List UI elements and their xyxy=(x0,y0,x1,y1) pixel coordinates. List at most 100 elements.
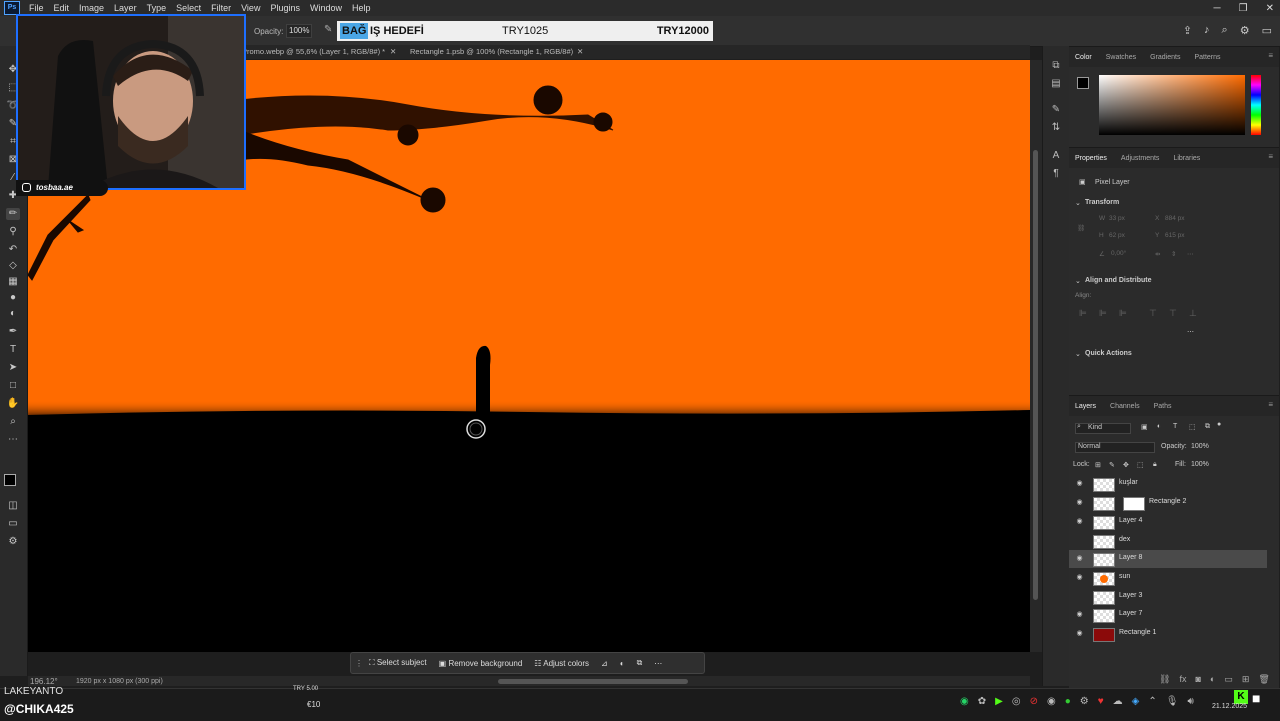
layer-row[interactable]: ◉ kuşlar xyxy=(1069,475,1267,493)
paragraph-icon[interactable]: ¶ xyxy=(1049,168,1063,180)
menu-file[interactable]: File xyxy=(24,3,49,13)
settings-icon[interactable]: ⚙ xyxy=(1080,696,1089,707)
tab-promo[interactable]: Promo.webp @ 55,6% (Layer 1, RGB/8#) * xyxy=(242,45,385,59)
menu-select[interactable]: Select xyxy=(171,3,206,13)
transform-icon[interactable]: ⊿ xyxy=(601,659,608,668)
angle-input[interactable]: 0,00° xyxy=(1111,250,1126,257)
path-select-icon[interactable]: ➤ xyxy=(6,362,20,374)
fx-icon[interactable]: fx xyxy=(1179,674,1186,685)
lock-all-icon[interactable]: 🔒︎ xyxy=(1153,461,1157,469)
menu-window[interactable]: Window xyxy=(305,3,347,13)
hand-tool-icon[interactable]: ✋ xyxy=(6,398,20,410)
lock-transparency-icon[interactable]: ⊞ xyxy=(1095,461,1101,469)
settings-icon[interactable]: ⚙ xyxy=(1240,24,1250,37)
shape-tool-icon[interactable]: □ xyxy=(6,380,20,392)
status-dot-icon[interactable]: ● xyxy=(1065,696,1071,707)
filter-pixel-icon[interactable]: ▣ xyxy=(1141,423,1148,431)
gradient-icon[interactable]: ▦ xyxy=(6,276,20,288)
layer-mask-thumbnail[interactable] xyxy=(1123,497,1145,511)
menu-view[interactable]: View xyxy=(236,3,265,13)
menu-plugins[interactable]: Plugins xyxy=(265,3,305,13)
blend-mode-select[interactable]: Normal xyxy=(1075,442,1155,453)
notification-icon[interactable]: ♪ xyxy=(1204,24,1210,37)
align-left-icon[interactable]: ⊫ xyxy=(1079,308,1087,319)
brush-settings-icon[interactable]: ✎ xyxy=(1049,104,1063,116)
dodge-icon[interactable]: ◐ xyxy=(6,308,20,320)
character-icon[interactable]: A xyxy=(1049,150,1063,162)
chevron-down-icon[interactable]: ⌄ xyxy=(1075,350,1081,358)
layer-row[interactable]: ◉ Rectangle 2 xyxy=(1069,494,1267,512)
visibility-eye-icon[interactable]: ◉ xyxy=(1075,630,1084,638)
tab-layers[interactable]: Layers xyxy=(1075,403,1096,410)
layer-row[interactable]: ◉ sun xyxy=(1069,569,1267,587)
eraser-icon[interactable]: ◇ xyxy=(6,260,20,272)
h-input[interactable]: 62 px xyxy=(1109,232,1125,239)
volume-icon[interactable]: 🔊︎ xyxy=(1187,696,1193,707)
tab-patterns[interactable]: Patterns xyxy=(1194,54,1220,61)
tab-color[interactable]: Color xyxy=(1075,54,1092,61)
hue-slider[interactable] xyxy=(1251,75,1261,135)
tab-close-icon[interactable]: ✕ xyxy=(390,45,396,59)
layer-row[interactable]: ◉ Rectangle 1 xyxy=(1069,625,1267,643)
vertical-scrollbar[interactable] xyxy=(1030,60,1042,652)
visibility-eye-icon[interactable]: ◉ xyxy=(1075,611,1084,619)
filter-smart-icon[interactable]: ⧉ xyxy=(1205,423,1210,431)
transform-more-icon[interactable]: ⋯ xyxy=(1187,250,1194,258)
more-options-icon[interactable]: ⋯ xyxy=(654,659,662,668)
steam-icon[interactable]: ◈ xyxy=(1132,696,1140,707)
remove-background-button[interactable]: ▣ Remove background xyxy=(439,659,523,668)
whatsapp-icon[interactable]: ◉ xyxy=(960,696,969,707)
layer-row[interactable]: ◉ Layer 7 xyxy=(1069,606,1267,624)
opacity-input[interactable]: 100% xyxy=(286,24,312,38)
filter-toggle-icon[interactable]: ● xyxy=(1217,421,1221,428)
panel-menu-icon[interactable]: ≡ xyxy=(1268,51,1273,60)
restore-icon[interactable]: ❐ xyxy=(1239,3,1248,14)
flip-vertical-icon[interactable]: ⇕ xyxy=(1171,250,1176,258)
visibility-eye-icon[interactable]: ◉ xyxy=(1075,574,1084,582)
layer-row[interactable]: ◉ Layer 8 xyxy=(1069,550,1267,568)
select-subject-button[interactable]: ⛶ Select subject xyxy=(369,658,427,668)
tab-paths[interactable]: Paths xyxy=(1154,403,1172,410)
layer-row[interactable]: ◉ Layer 3 xyxy=(1069,588,1267,606)
menu-help[interactable]: Help xyxy=(347,3,376,13)
workspace-icon[interactable]: ▭ xyxy=(1262,24,1272,37)
edit-toolbar-icon[interactable]: ⚙ xyxy=(6,536,20,548)
obs-icon[interactable]: ◉ xyxy=(1047,696,1056,707)
visibility-eye-icon[interactable]: ◉ xyxy=(1075,555,1084,563)
align-header[interactable]: Align and Distribute xyxy=(1085,277,1152,284)
tab-adjustments[interactable]: Adjustments xyxy=(1121,155,1160,162)
more-tools-icon[interactable]: ⋯ xyxy=(6,434,20,446)
x-input[interactable]: 884 px xyxy=(1165,215,1185,222)
adjust-colors-button[interactable]: ☷ Adjust colors xyxy=(534,659,589,668)
lock-artboard-icon[interactable]: ⬚ xyxy=(1137,461,1144,469)
tab-swatches[interactable]: Swatches xyxy=(1106,54,1136,61)
new-group-icon[interactable]: ▭ xyxy=(1224,674,1233,685)
layer-row[interactable]: ◉ dex xyxy=(1069,532,1267,550)
microphone-icon[interactable]: 🎙︎ xyxy=(1166,696,1179,707)
w-input[interactable]: 33 px xyxy=(1109,215,1125,222)
pen-tool-icon[interactable]: ✒ xyxy=(6,326,20,338)
generative-icon[interactable]: ⧉ xyxy=(637,658,643,668)
filter-adjustment-icon[interactable]: ◐ xyxy=(1157,423,1161,430)
visibility-eye-icon[interactable]: ◉ xyxy=(1075,499,1084,507)
play-icon[interactable]: ▶ xyxy=(995,696,1003,707)
menu-image[interactable]: Image xyxy=(74,3,109,13)
flip-horizontal-icon[interactable]: ⇹ xyxy=(1155,250,1160,258)
delete-layer-icon[interactable]: 🗑︎ xyxy=(1258,674,1269,685)
y-input[interactable]: 615 px xyxy=(1165,232,1185,239)
layer-row[interactable]: ◉ Layer 4 xyxy=(1069,513,1267,531)
filter-shape-icon[interactable]: ⬚ xyxy=(1189,423,1196,431)
tab-rectangle[interactable]: Rectangle 1.psb @ 100% (Rectangle 1, RGB… xyxy=(410,45,573,59)
link-icon[interactable]: ⛓ xyxy=(1077,224,1085,232)
chevron-down-icon[interactable]: ⌄ xyxy=(1075,277,1081,285)
lock-position-icon[interactable]: ✥ xyxy=(1123,461,1129,469)
menu-filter[interactable]: Filter xyxy=(206,3,236,13)
cloud-icon[interactable]: ☁ xyxy=(1113,696,1123,707)
zoom-tool-icon[interactable]: ⌕ xyxy=(6,416,20,428)
fill-input[interactable]: 100% xyxy=(1191,461,1209,468)
clone-stamp-icon[interactable]: ⚲ xyxy=(6,226,20,238)
app-icon[interactable]: ✿ xyxy=(978,696,986,707)
quick-actions-header[interactable]: Quick Actions xyxy=(1085,350,1132,357)
lock-pixels-icon[interactable]: ✎ xyxy=(1109,461,1115,469)
mask-icon[interactable]: ◐ xyxy=(620,659,625,668)
